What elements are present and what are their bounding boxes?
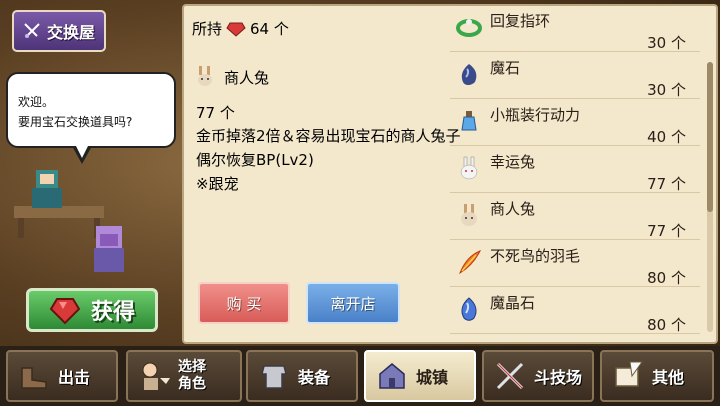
lucky-rabbit-icon xyxy=(460,156,478,180)
item-price: 80 个 xyxy=(647,316,686,334)
tab-town[interactable]: 城镇 xyxy=(364,350,476,402)
tab-town-label: 城镇 xyxy=(416,368,449,387)
ruby-gem-icon xyxy=(49,298,81,325)
item-price: 77 个 xyxy=(647,222,686,240)
item-price: 30 个 xyxy=(647,81,686,99)
item-price: 30 个 xyxy=(647,34,686,52)
character-icon xyxy=(142,362,170,390)
selected-item-name: 商人兔 xyxy=(224,68,270,87)
npc-line-1: 欢迎。 xyxy=(18,95,55,109)
list-item-phoenix-feather[interactable]: 不死鸟的羽毛 80 个 xyxy=(450,241,700,287)
shop-sign: 交换屋 xyxy=(12,10,106,52)
town-icon xyxy=(379,363,405,389)
player-sprite xyxy=(94,226,124,272)
list-item-lucky-rabbit[interactable]: 幸运兔 77 个 xyxy=(450,147,700,193)
merchant-rabbit-icon xyxy=(461,204,477,226)
desc-line-3: ※跟宠 xyxy=(196,175,239,193)
boot-icon xyxy=(21,367,47,389)
item-name: 商人兔 xyxy=(490,200,536,218)
list-item-merchant-rabbit[interactable]: 商人兔 77 个 xyxy=(450,194,700,240)
list-item-magic-crystal[interactable]: 魔晶石 80 个 xyxy=(450,288,700,334)
obtain-label: 获得 xyxy=(90,300,135,325)
scroll-quill-icon xyxy=(615,361,643,387)
item-name: 魔石 xyxy=(490,59,521,77)
item-price: 40 个 xyxy=(647,128,686,146)
item-price: 80 个 xyxy=(647,269,686,287)
shopkeeper-sprite xyxy=(32,170,62,208)
tab-equipment-label: 装备 xyxy=(298,368,331,387)
tab-other-label: 其他 xyxy=(652,368,685,387)
tab-select-character-label: 选择 角色 xyxy=(178,359,206,393)
owned-gems: 所持 64 个 xyxy=(192,18,289,39)
bubble-tail-fill xyxy=(75,144,89,158)
item-name: 魔晶石 xyxy=(490,294,536,312)
item-price: 77 个 xyxy=(647,175,686,193)
ring-icon xyxy=(456,19,482,37)
selected-item-header: 商人兔 xyxy=(196,66,269,88)
magic-stone-icon xyxy=(461,64,477,85)
list-item-magic-stone[interactable]: 魔石 30 个 xyxy=(450,53,700,99)
item-name: 小瓶装行动力 xyxy=(490,106,581,124)
tab-select-line1: 选择 xyxy=(178,359,206,375)
item-name: 不死鸟的羽毛 xyxy=(490,247,581,265)
leave-shop-button[interactable]: 离开店 xyxy=(306,282,400,324)
merchant-rabbit-icon xyxy=(198,66,212,86)
crossed-swords-icon xyxy=(496,362,524,390)
gem-icon xyxy=(226,22,246,37)
tab-other[interactable]: 其他 xyxy=(600,350,714,402)
tab-select-character[interactable]: 选择 角色 xyxy=(126,350,242,402)
armor-icon xyxy=(261,365,287,389)
selected-item-description: 金币掉落2倍＆容易出现宝石的商人兔子 偶尔恢复BP(Lv2) ※跟宠 xyxy=(196,124,461,196)
owned-count: 64 个 xyxy=(250,20,289,38)
tab-arena-label: 斗技场 xyxy=(534,368,583,387)
list-item-ring[interactable]: 回复指环 30 个 xyxy=(450,6,700,52)
npc-line-2: 要用宝石交换道具吗? xyxy=(18,115,133,129)
desc-line-2: 偶尔恢复BP(Lv2) xyxy=(196,151,314,169)
shopkeeper-scene xyxy=(14,170,124,272)
item-list: 回复指环 30 个 魔石 30 个 小瓶装行动力 40 个 幸运兔 77 个 商… xyxy=(450,6,704,342)
item-name: 幸运兔 xyxy=(490,153,536,171)
scrollbar-thumb[interactable] xyxy=(707,62,713,212)
list-item-potion[interactable]: 小瓶装行动力 40 个 xyxy=(450,100,700,146)
phoenix-feather-icon xyxy=(458,250,482,275)
speech-bubble: 欢迎。 要用宝石交换道具吗? xyxy=(6,72,176,148)
potion-icon xyxy=(461,111,477,131)
tab-select-line2: 角色 xyxy=(178,376,206,392)
item-name: 回复指环 xyxy=(490,12,551,30)
obtain-button[interactable]: 获得 xyxy=(26,288,158,332)
tab-arena[interactable]: 斗技场 xyxy=(482,350,594,402)
magic-crystal-icon xyxy=(461,297,477,321)
tab-sortie[interactable]: 出击 xyxy=(6,350,118,402)
tab-sortie-label: 出击 xyxy=(58,368,91,387)
shop-title: 交换屋 xyxy=(46,23,95,42)
owned-label: 所持 xyxy=(192,20,223,38)
desc-line-1: 金币掉落2倍＆容易出现宝石的商人兔子 xyxy=(196,127,461,145)
tab-equipment[interactable]: 装备 xyxy=(246,350,358,402)
item-list-scrollbar[interactable] xyxy=(707,62,713,332)
buy-button[interactable]: 购 买 xyxy=(198,282,290,324)
selected-item-price: 77 个 xyxy=(196,104,235,122)
crossed-swords-icon xyxy=(24,23,40,38)
